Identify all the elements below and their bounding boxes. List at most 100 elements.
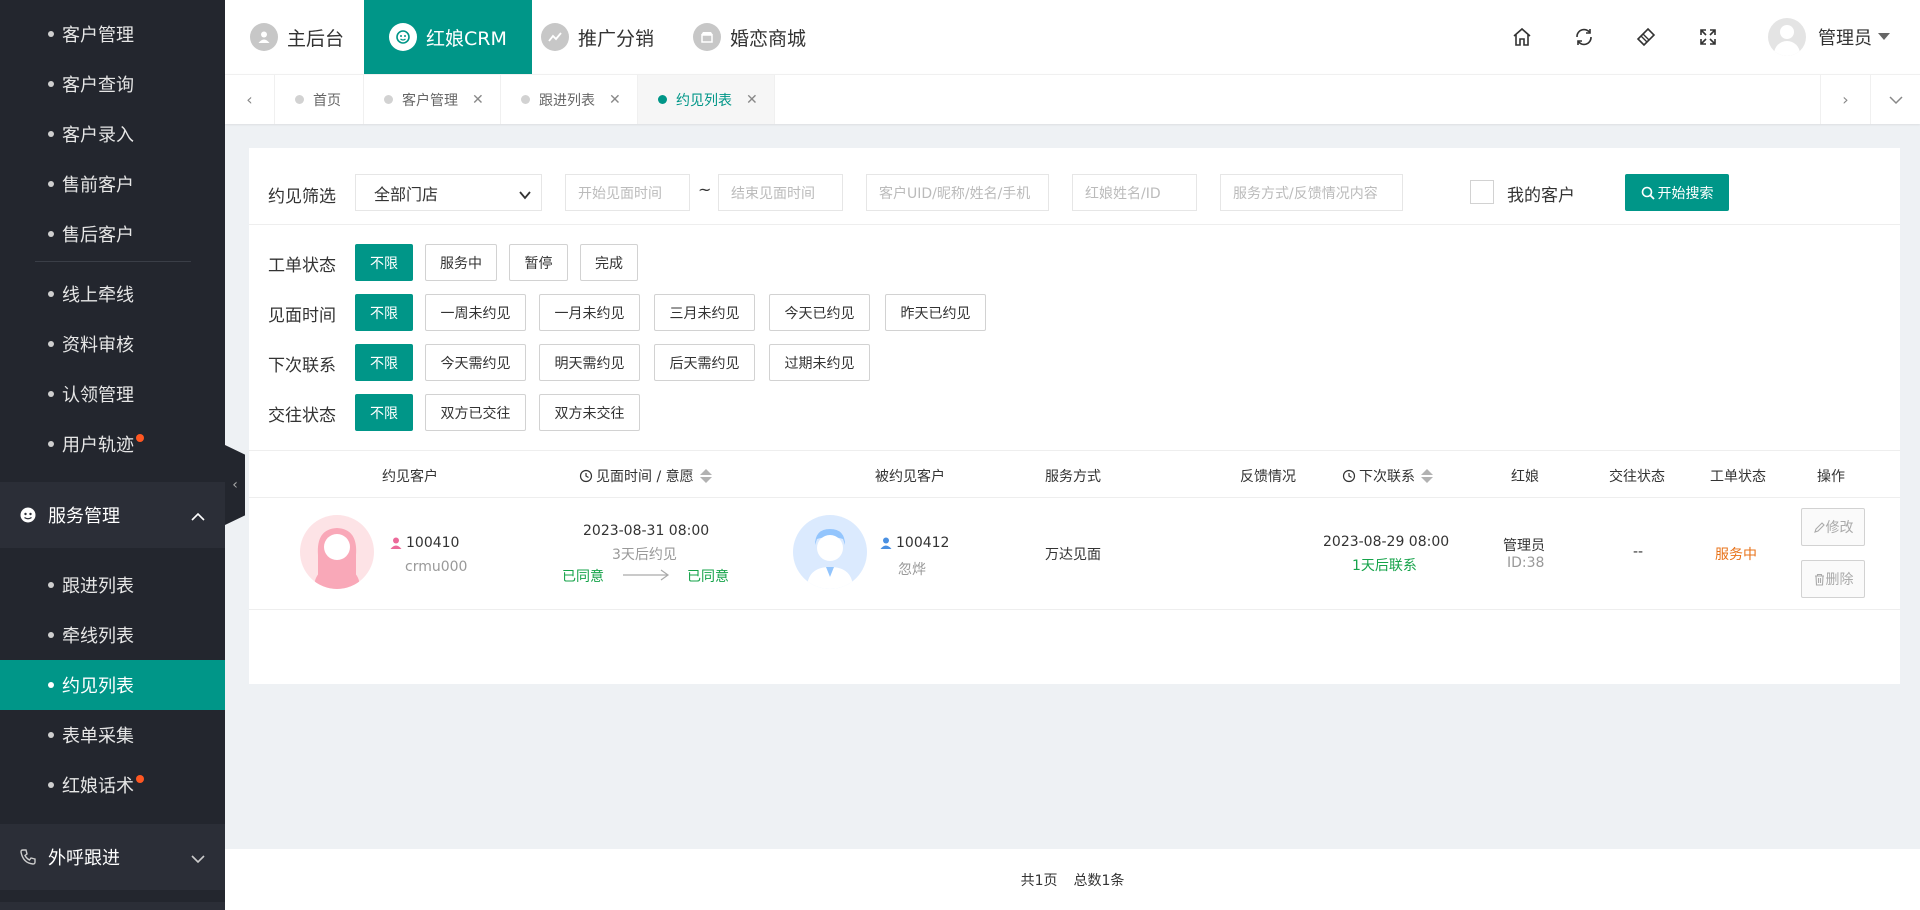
- relation-status-option[interactable]: 双方未交往: [539, 394, 640, 431]
- tab-meeting-list[interactable]: 约见列表 ✕: [638, 75, 775, 124]
- sidebar-item-followup-list[interactable]: 跟进列表: [0, 560, 225, 610]
- user-menu[interactable]: 管理员: [1768, 15, 1890, 59]
- sidebar-item-profile-review[interactable]: 资料审核: [0, 319, 225, 369]
- page-count: 共1页: [1020, 872, 1058, 889]
- filter-row-label-next-contact: 下次联系: [268, 356, 336, 376]
- customer-search-input[interactable]: 客户UID/昵称/姓名/手机: [866, 174, 1049, 211]
- start-time-placeholder: 开始见面时间: [578, 185, 662, 202]
- end-time-input[interactable]: 结束见面时间: [718, 174, 843, 211]
- sidebar-item-match-list[interactable]: 牵线列表: [0, 610, 225, 660]
- sidebar-item-online-match[interactable]: 线上牵线: [0, 269, 225, 319]
- sidebar-item-presale-customer[interactable]: 售前客户: [0, 159, 225, 209]
- bullet-icon: [48, 31, 54, 37]
- sidebar-item-label: 售后客户: [62, 225, 134, 246]
- sidebar-collapse-toggle[interactable]: ‹: [225, 445, 245, 525]
- next-contact-option[interactable]: 过期未约见: [769, 344, 870, 381]
- clock-icon: [1342, 469, 1356, 483]
- sidebar-divider: [35, 261, 191, 262]
- close-icon[interactable]: ✕: [472, 92, 484, 108]
- meet-relative: 3天后约见: [612, 547, 677, 563]
- order-status-option[interactable]: 不限: [355, 244, 413, 281]
- notification-badge: [136, 775, 144, 783]
- sidebar-group-service-management[interactable]: 服务管理: [0, 482, 225, 548]
- relation-status: --: [1633, 544, 1644, 560]
- meet-time-option[interactable]: 昨天已约见: [885, 294, 986, 331]
- home-icon[interactable]: [1507, 22, 1537, 52]
- module-tab-mall[interactable]: 婚恋商城: [668, 0, 831, 74]
- column-header-next-contact[interactable]: 下次联系: [1342, 466, 1433, 486]
- sidebar-item-customer-management[interactable]: 客户管理: [0, 9, 225, 59]
- meet-time-option[interactable]: 一月未约见: [539, 294, 640, 331]
- tab-followup-list[interactable]: 跟进列表 ✕: [501, 75, 638, 124]
- matchmaker-search-input[interactable]: 红娘姓名/ID: [1072, 174, 1197, 211]
- matchmaker-id: ID:38: [1507, 555, 1545, 571]
- sidebar-item-customer-query[interactable]: 客户查询: [0, 59, 225, 109]
- tab-dot-icon: [658, 95, 667, 104]
- module-tab-label: 婚恋商城: [730, 27, 807, 50]
- tab-customer-management[interactable]: 客户管理 ✕: [364, 75, 501, 124]
- sidebar-group-outbound-followup[interactable]: 外呼跟进: [0, 824, 225, 890]
- next-contact-option[interactable]: 明天需约见: [539, 344, 640, 381]
- close-icon[interactable]: ✕: [609, 92, 621, 108]
- sidebar-item-claim-management[interactable]: 认领管理: [0, 369, 225, 419]
- column-header-label: 见面时间 / 意愿: [596, 469, 694, 485]
- meet-time-option[interactable]: 一周未约见: [425, 294, 526, 331]
- order-status-option[interactable]: 完成: [580, 244, 638, 281]
- order-status-option[interactable]: 服务中: [425, 244, 497, 281]
- tabs-scroll-left[interactable]: ‹: [225, 75, 275, 124]
- start-time-input[interactable]: 开始见面时间: [565, 174, 690, 211]
- sort-icon[interactable]: [699, 469, 712, 483]
- refresh-icon[interactable]: [1569, 22, 1599, 52]
- sidebar-item-meeting-list[interactable]: 约见列表: [0, 660, 225, 710]
- service-search-input[interactable]: 服务方式/反馈情况内容: [1220, 174, 1403, 211]
- search-button[interactable]: 开始搜索: [1625, 174, 1729, 211]
- target-uid[interactable]: 100412: [879, 535, 949, 551]
- next-contact-option[interactable]: 今天需约见: [425, 344, 526, 381]
- meet-time-option[interactable]: 今天已约见: [769, 294, 870, 331]
- next-contact-option[interactable]: 后天需约见: [654, 344, 755, 381]
- clear-cache-icon[interactable]: [1631, 22, 1661, 52]
- intent-right: 已同意: [687, 569, 729, 585]
- sidebar-item-customer-entry[interactable]: 客户录入: [0, 109, 225, 159]
- column-header-meet-time[interactable]: 见面时间 / 意愿: [579, 466, 712, 486]
- tabs-menu-dropdown[interactable]: [1870, 75, 1920, 124]
- meet-time-option[interactable]: 不限: [355, 294, 413, 331]
- tab-label: 跟进列表: [539, 92, 595, 109]
- my-customer-checkbox[interactable]: [1470, 180, 1494, 204]
- column-header-service: 服务方式: [1045, 466, 1101, 486]
- customer-search-placeholder: 客户UID/昵称/姓名/手机: [879, 185, 1031, 202]
- relation-status-option[interactable]: 双方已交往: [425, 394, 526, 431]
- edit-button-label: 修改: [1825, 520, 1854, 536]
- meet-time-option[interactable]: 三月未约见: [654, 294, 755, 331]
- delete-button[interactable]: 删除: [1801, 560, 1865, 598]
- column-header-label: 下次联系: [1359, 469, 1415, 485]
- sidebar-item-form-collection[interactable]: 表单采集: [0, 710, 225, 760]
- sidebar-item-matchmaker-scripts[interactable]: 红娘话术: [0, 760, 225, 810]
- module-tab-crm[interactable]: 红娘CRM: [364, 0, 532, 74]
- fullscreen-icon[interactable]: [1693, 22, 1723, 52]
- tab-home[interactable]: 首页: [275, 75, 364, 124]
- order-status-option[interactable]: 暂停: [509, 244, 568, 281]
- column-header-customer: 约见客户: [382, 466, 438, 486]
- relation-status-option[interactable]: 不限: [355, 394, 413, 431]
- order-status-badge: 服务中: [1715, 547, 1757, 563]
- sidebar-item-aftersale-customer[interactable]: 售后客户: [0, 209, 225, 259]
- divider: [249, 224, 1900, 225]
- module-tab-main[interactable]: 主后台: [225, 0, 369, 74]
- sort-icon[interactable]: [1421, 469, 1433, 483]
- search-icon: [1641, 186, 1655, 200]
- bullet-icon: [48, 231, 54, 237]
- customer-uid[interactable]: 100410: [389, 535, 459, 551]
- customer-uid-value: 100410: [406, 535, 460, 551]
- module-tab-promotion[interactable]: 推广分销: [516, 0, 679, 74]
- column-header-label: 服务方式: [1045, 469, 1101, 485]
- bullet-icon: [48, 582, 54, 588]
- edit-button[interactable]: 修改: [1801, 508, 1865, 546]
- tabs-scroll-right[interactable]: ›: [1820, 75, 1870, 124]
- tab-dot-icon: [521, 95, 530, 104]
- close-icon[interactable]: ✕: [746, 92, 758, 108]
- store-select[interactable]: 全部门店: [355, 174, 542, 211]
- next-contact-option[interactable]: 不限: [355, 344, 413, 381]
- sidebar-item-user-track[interactable]: 用户轨迹: [0, 419, 225, 469]
- sidebar-item-label: 售前客户: [62, 175, 134, 196]
